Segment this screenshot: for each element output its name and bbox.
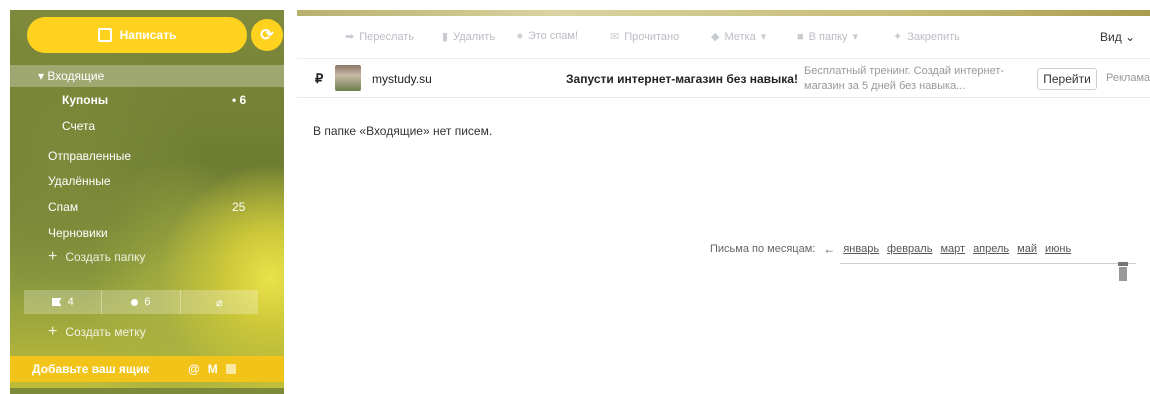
ad-sender: mystudy.su xyxy=(372,72,432,86)
chevron-down-icon: ▾ xyxy=(852,31,859,43)
delete-button[interactable]: ▮ Удалить xyxy=(442,30,496,44)
ruble-icon: ₽ xyxy=(315,71,324,86)
view-label: Вид xyxy=(1100,30,1122,44)
at-icon[interactable]: @ xyxy=(188,362,200,376)
compose-button[interactable]: Написать xyxy=(27,17,247,53)
chevron-down-icon: ⌄ xyxy=(1125,30,1136,44)
month-link-april[interactable]: апрель xyxy=(973,243,1009,255)
attachments-filter[interactable]: ⌀ xyxy=(181,290,258,314)
sidebar: Написать ⟳ ▾ Входящие Купоны • 6 Счета О… xyxy=(10,10,284,394)
folder-count: 25 xyxy=(232,200,246,214)
trash-icon: ▮ xyxy=(442,31,449,43)
pencil-icon xyxy=(97,28,112,42)
folder-bills[interactable]: Счета xyxy=(10,115,284,137)
pin-button[interactable]: ✦ Закрепить xyxy=(893,30,960,44)
month-link-may[interactable]: май xyxy=(1017,243,1037,255)
label-label: Метка xyxy=(724,30,756,43)
folder-deleted[interactable]: Удалённые xyxy=(10,170,284,192)
view-dropdown[interactable]: Вид ⌄ xyxy=(1100,30,1135,44)
add-mailbox-label: Добавьте ваш ящик xyxy=(32,362,150,376)
spam-label: Это спам! xyxy=(527,30,579,42)
ad-row[interactable]: ₽ mystudy.su Запусти интернет-магазин бе… xyxy=(297,58,1150,98)
go-button[interactable]: Перейти xyxy=(1037,68,1097,90)
folder-label: Счета xyxy=(62,119,96,133)
empty-inbox-message: В папке «Входящие» нет писем. xyxy=(313,124,493,138)
unread-dot-icon xyxy=(131,298,139,306)
read-label: Прочитано xyxy=(624,30,680,43)
months-label: Письма по месяцам: xyxy=(710,243,816,255)
create-folder-link[interactable]: + Создать папку xyxy=(10,246,284,268)
toolbar: ➡ Переслать ▮ Удалить ♠ Это спам! ✉ Проч… xyxy=(297,16,1150,56)
month-link-march[interactable]: март xyxy=(940,243,965,255)
forward-label: Переслать xyxy=(359,30,415,43)
month-link-june[interactable]: июнь xyxy=(1045,243,1071,255)
month-link-february[interactable]: февраль xyxy=(887,243,932,255)
paperclip-icon: ⌀ xyxy=(216,296,223,309)
to-folder-label: В папку xyxy=(808,30,848,43)
create-label-link[interactable]: + Создать метку xyxy=(10,321,284,343)
ad-snippet: Бесплатный тренинг. Создай интернет-мага… xyxy=(804,65,1005,92)
add-mailbox-bar[interactable]: Добавьте ваш ящик @ M xyxy=(10,356,284,382)
envelope-open-icon: ✉ xyxy=(610,31,620,43)
plus-icon: + xyxy=(48,323,58,340)
flagged-filter[interactable]: 4 xyxy=(24,290,103,314)
folder-label: Отправленные xyxy=(48,149,132,163)
mark-read-button[interactable]: ✉ Прочитано xyxy=(610,30,680,44)
mailbox-icon[interactable] xyxy=(225,364,236,374)
folder-coupons[interactable]: Купоны • 6 xyxy=(10,89,284,111)
tag-icon: ◆ xyxy=(711,31,720,43)
move-to-folder-dropdown[interactable]: ■ В папку ▾ xyxy=(797,30,859,44)
plus-icon: + xyxy=(48,248,58,265)
ad-subject: Запусти интернет-магазин без навыка! xyxy=(566,72,798,86)
ad-label: Реклама xyxy=(1106,72,1150,84)
folder-label: Удалённые xyxy=(48,174,111,188)
folder-inbox[interactable]: ▾ Входящие xyxy=(10,65,284,87)
folder-label: Спам xyxy=(48,200,79,214)
create-label-label: Создать метку xyxy=(65,325,146,339)
delete-label: Удалить xyxy=(453,30,496,43)
gmail-icon[interactable]: M xyxy=(208,362,218,376)
months-timeline xyxy=(840,263,1136,264)
arrow-left-icon[interactable]: ← xyxy=(823,242,835,256)
folder-drafts[interactable]: Черновики xyxy=(10,222,284,244)
flagged-count: 4 xyxy=(67,296,74,308)
folder-label: Купоны xyxy=(62,93,109,107)
fire-icon: ♠ xyxy=(517,30,523,42)
folder-sent[interactable]: Отправленные xyxy=(10,145,284,167)
folder-label: ▾ Входящие xyxy=(38,69,105,83)
months-nav: Письма по месяцам: ← январь февраль март… xyxy=(710,242,1071,256)
flag-icon xyxy=(51,298,62,306)
sender-avatar xyxy=(335,65,361,91)
refresh-icon: ⟳ xyxy=(260,27,274,44)
pin-label: Закрепить xyxy=(907,30,960,43)
forward-arrow-icon: ➡ xyxy=(345,31,355,43)
timeline-trash-icon xyxy=(1118,262,1128,282)
create-folder-label: Создать папку xyxy=(65,250,146,264)
folder-label: Черновики xyxy=(48,226,108,240)
folder-count: • 6 xyxy=(232,93,247,107)
labels-bar: 4 6 ⌀ xyxy=(24,290,258,314)
unread-filter[interactable]: 6 xyxy=(102,290,181,314)
forward-button[interactable]: ➡ Переслать xyxy=(345,30,415,44)
pin-icon: ✦ xyxy=(893,31,903,43)
unread-count: 6 xyxy=(144,296,151,308)
chevron-down-icon: ▾ xyxy=(760,31,767,43)
folder-icon: ■ xyxy=(797,30,804,43)
compose-label: Написать xyxy=(119,28,177,42)
spam-button[interactable]: ♠ Это спам! xyxy=(517,30,578,42)
month-link-january[interactable]: январь xyxy=(843,243,879,255)
refresh-button[interactable]: ⟳ xyxy=(251,19,283,51)
folder-spam[interactable]: Спам 25 xyxy=(10,196,284,218)
label-dropdown[interactable]: ◆ Метка ▾ xyxy=(711,30,767,44)
sidebar-bottom-strip xyxy=(10,388,284,394)
